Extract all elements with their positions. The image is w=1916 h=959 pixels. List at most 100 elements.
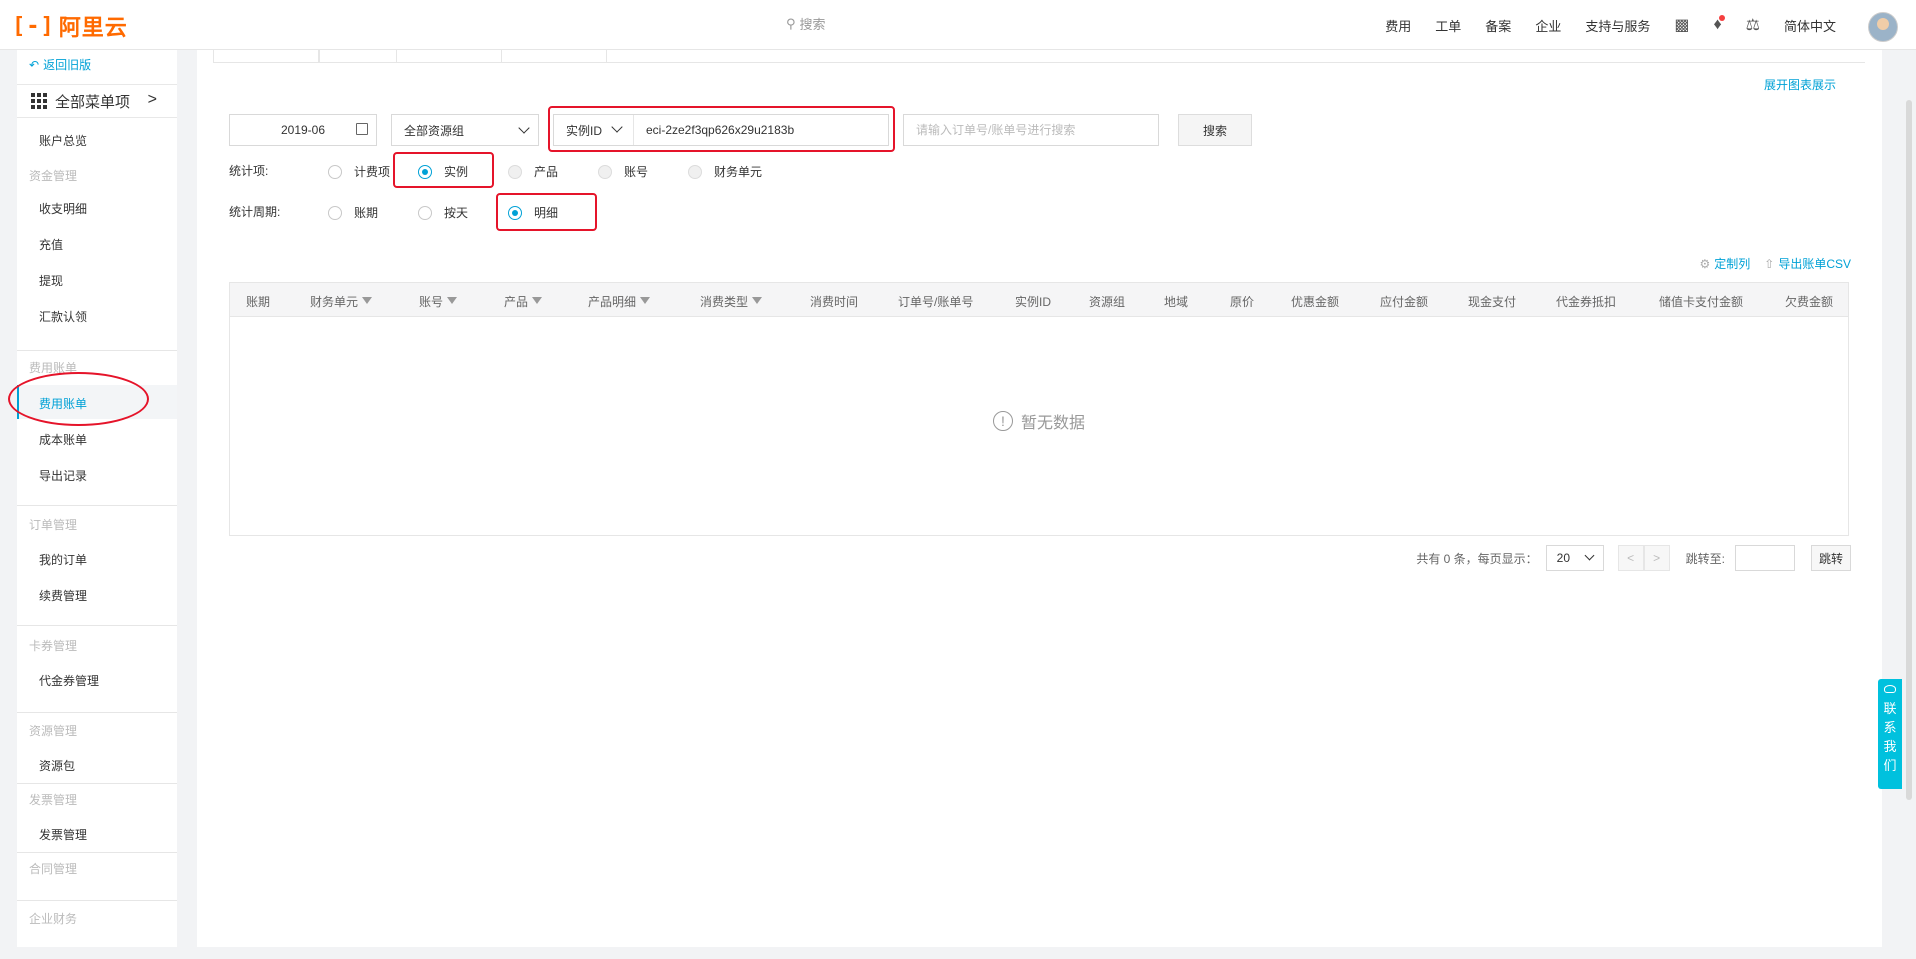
back-to-old-version[interactable]: ↶ 返回旧版 xyxy=(29,56,91,73)
radio-product[interactable]: 产品 xyxy=(508,163,558,180)
all-menu-button[interactable]: 全部菜单项 > xyxy=(17,84,177,118)
radio-account[interactable]: 账号 xyxy=(598,163,648,180)
radio-circle xyxy=(328,164,342,179)
nav-fees[interactable]: 费用 xyxy=(1385,16,1411,35)
scrollbar[interactable] xyxy=(1906,100,1912,800)
page-size-select[interactable]: 20 xyxy=(1545,545,1604,571)
radio-billing-item[interactable]: 计费项 xyxy=(328,163,390,180)
radio-label: 账期 xyxy=(354,206,379,220)
cart-icon[interactable]: ⚖ xyxy=(1746,15,1760,35)
billing-period-picker[interactable]: 2019-06 xyxy=(229,114,377,146)
column-header: 订单号/账单号 xyxy=(898,295,974,309)
radio-finance-unit[interactable]: 财务单元 xyxy=(688,163,762,180)
nav-support[interactable]: 支持与服务 xyxy=(1585,16,1650,35)
nav-enterprise[interactable]: 企业 xyxy=(1535,16,1561,35)
global-search[interactable]: ⚲ 搜索 xyxy=(786,14,826,33)
language-switch[interactable]: 简体中文 xyxy=(1784,16,1836,35)
export-csv-button[interactable]: ⇧ 导出账单CSV xyxy=(1764,255,1851,272)
billing-period-value: 2019-06 xyxy=(280,123,326,137)
sidebar-item-vouchers[interactable]: 代金券管理 xyxy=(39,672,99,689)
radio-circle xyxy=(598,164,612,179)
radio-daily[interactable]: 按天 xyxy=(418,204,468,221)
filter-icon[interactable] xyxy=(640,297,651,304)
radio-label: 产品 xyxy=(534,165,559,179)
radio-label: 财务单元 xyxy=(714,165,763,179)
logo-text: 阿里云 xyxy=(58,15,128,40)
radio-label: 按天 xyxy=(444,206,469,220)
sidebar-item-account-overview[interactable]: 账户总览 xyxy=(39,132,87,149)
sidebar-item-export-records[interactable]: 导出记录 xyxy=(39,467,87,484)
stat-item-label: 统计项: xyxy=(229,164,269,178)
resource-group-select[interactable]: 全部资源组 xyxy=(391,114,539,146)
tab-1[interactable] xyxy=(213,50,319,62)
customize-columns-button[interactable]: ⚙ 定制列 xyxy=(1699,255,1750,272)
sidebar-item-resource-packages[interactable]: 资源包 xyxy=(39,757,75,774)
sidebar-item-cost-bill[interactable]: 成本账单 xyxy=(39,431,87,448)
tab-2[interactable] xyxy=(319,50,397,62)
sidebar-item-transactions[interactable]: 收支明细 xyxy=(39,200,87,217)
chat-icon xyxy=(1884,685,1896,693)
radio-period[interactable]: 账期 xyxy=(328,204,378,221)
notification-dot xyxy=(1718,15,1725,21)
main-panel: 展开图表展示 2019-06 全部资源组 实例ID eci-2ze2f3qp62… xyxy=(197,50,1882,947)
sidebar-item-renewal[interactable]: 续费管理 xyxy=(39,587,87,604)
resource-group-value: 全部资源组 xyxy=(404,123,465,138)
empty-text: 暂无数据 xyxy=(1020,415,1085,432)
expand-chart-link[interactable]: 展开图表展示 xyxy=(1764,76,1836,93)
radio-label: 计费项 xyxy=(354,165,391,179)
filter-icon[interactable] xyxy=(752,297,763,304)
order-number-input[interactable] xyxy=(903,114,1159,146)
contact-char: 我 xyxy=(1883,739,1897,754)
sidebar-item-recharge[interactable]: 充值 xyxy=(39,236,63,253)
sidebar-item-withdraw[interactable]: 提现 xyxy=(39,272,63,289)
highlight-instance-radio xyxy=(393,152,494,188)
sidebar-divider xyxy=(17,783,177,784)
prev-page-button[interactable]: < xyxy=(1617,545,1644,571)
column-header: 账期 xyxy=(246,295,271,309)
sidebar-group-vouchers: 卡券管理 xyxy=(29,639,78,653)
bell-icon[interactable]: ♦ xyxy=(1713,15,1725,34)
avatar[interactable] xyxy=(1868,12,1898,42)
column-header[interactable]: 账号 xyxy=(419,293,458,310)
sidebar-item-invoices[interactable]: 发票管理 xyxy=(39,826,87,843)
sidebar-item-my-orders[interactable]: 我的订单 xyxy=(39,551,87,568)
sidebar-group-invoices: 发票管理 xyxy=(29,793,78,807)
search-button[interactable]: 搜索 xyxy=(1178,114,1252,146)
back-arrow-icon: ↶ xyxy=(29,57,40,72)
highlight-billing-menu xyxy=(8,372,149,426)
chevron-right-icon: > xyxy=(147,91,157,108)
contact-char: 系 xyxy=(1883,720,1897,735)
customize-label: 定制列 xyxy=(1714,257,1751,271)
tab-3[interactable] xyxy=(501,50,607,62)
sidebar: ↶ 返回旧版 全部菜单项 > 账户总览 资金管理 收支明细 充值 提现 汇款认领… xyxy=(17,50,177,947)
filter-icon[interactable] xyxy=(447,297,458,304)
column-header[interactable]: 财务单元 xyxy=(310,293,373,310)
nav-tickets[interactable]: 工单 xyxy=(1435,16,1461,35)
sidebar-divider xyxy=(17,505,177,506)
filter-icon[interactable] xyxy=(362,297,373,304)
total-count: 共有 0 条，每页显示： xyxy=(1416,551,1538,566)
aliyun-logo[interactable]: [-] 阿里云 xyxy=(12,10,128,42)
terminal-icon[interactable]: ▩ xyxy=(1674,15,1689,35)
nav-icp[interactable]: 备案 xyxy=(1485,16,1511,35)
upload-icon: ⇧ xyxy=(1764,257,1775,271)
filter-icon[interactable] xyxy=(532,297,543,304)
page-size-value: 20 xyxy=(1556,551,1571,565)
column-header[interactable]: 产品 xyxy=(504,293,543,310)
column-header[interactable]: 产品明细 xyxy=(588,293,651,310)
page-nav: < > xyxy=(1617,545,1670,571)
column-header: 欠费金额 xyxy=(1785,295,1834,309)
column-header[interactable]: 消费类型 xyxy=(700,293,763,310)
sidebar-divider xyxy=(17,350,177,351)
next-page-button[interactable]: > xyxy=(1643,545,1670,571)
sidebar-item-remittance[interactable]: 汇款认领 xyxy=(39,308,87,325)
export-label: 导出账单CSV xyxy=(1778,257,1851,271)
column-header: 代金券抵扣 xyxy=(1556,295,1617,309)
back-label: 返回旧版 xyxy=(43,58,92,72)
column-header: 优惠金额 xyxy=(1291,295,1340,309)
jump-button[interactable]: 跳转 xyxy=(1811,545,1851,571)
jump-page-input[interactable] xyxy=(1735,545,1795,571)
highlight-detail-radio xyxy=(496,193,597,231)
radio-circle xyxy=(418,205,432,220)
contact-us-button[interactable]: 联 系 我 们 xyxy=(1878,679,1902,789)
